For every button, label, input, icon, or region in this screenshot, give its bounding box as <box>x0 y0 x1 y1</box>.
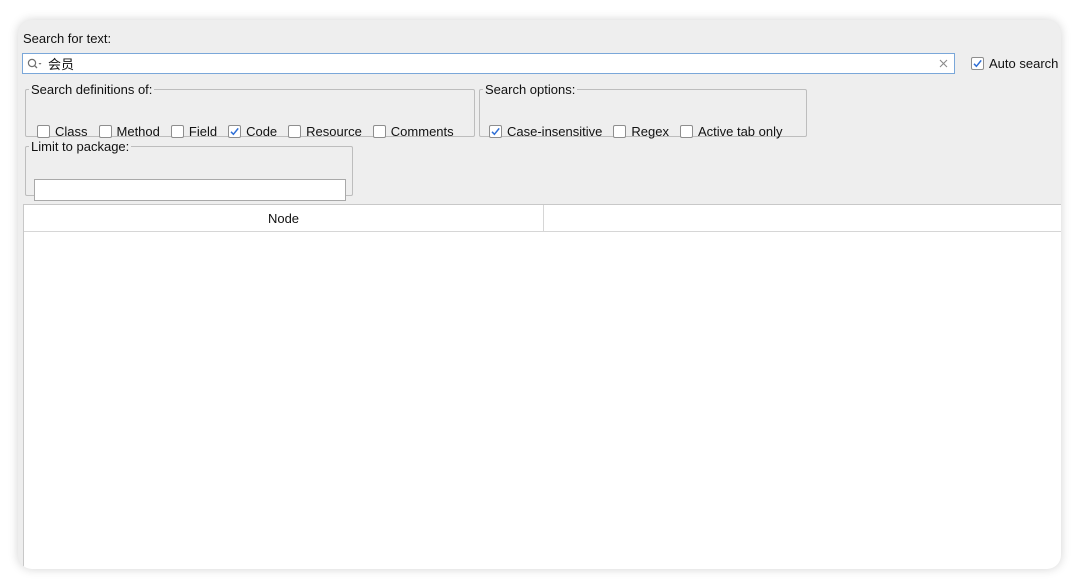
case-insensitive-label: Case-insensitive <box>507 124 603 139</box>
regex-checkbox-box[interactable] <box>613 125 627 138</box>
active-tab-only-checkbox-box[interactable] <box>679 125 693 138</box>
class-checkbox-box[interactable] <box>37 125 50 138</box>
resource-checkbox-box[interactable] <box>288 125 302 138</box>
comments-checkbox[interactable]: Comments <box>372 124 454 139</box>
class-label: Class <box>55 124 88 139</box>
active-tab-only-checkbox[interactable]: Active tab only <box>679 124 783 139</box>
resource-checkbox[interactable]: Resource <box>288 124 362 139</box>
field-label: Field <box>188 124 218 139</box>
comments-label: Comments <box>390 124 454 139</box>
clear-icon[interactable] <box>934 54 952 73</box>
column-header-location[interactable] <box>544 205 1061 231</box>
active-tab-only-label: Active tab only <box>697 124 783 139</box>
search-field[interactable] <box>22 53 955 74</box>
auto-search-checkbox-box[interactable] <box>971 57 984 70</box>
case-insensitive-checkbox-box[interactable] <box>489 125 502 138</box>
regex-checkbox[interactable]: Regex <box>613 124 669 139</box>
search-label: Search for text: <box>23 31 112 46</box>
column-header-node[interactable]: Node <box>24 205 544 231</box>
field-checkbox[interactable]: Field <box>170 124 218 139</box>
method-checkbox[interactable]: Method <box>98 124 160 139</box>
case-insensitive-checkbox[interactable]: Case-insensitive <box>489 124 602 139</box>
search-options-group: Search options: Case-insensitive Regex A… <box>479 82 807 139</box>
method-label: Method <box>116 124 160 139</box>
comments-checkbox-box[interactable] <box>372 125 386 138</box>
search-dialog: Search for text: Auto search Search defi… <box>18 20 1061 569</box>
auto-search-label: Auto search <box>989 56 1059 71</box>
auto-search-checkbox[interactable]: Auto search <box>971 56 1058 71</box>
package-input[interactable] <box>34 179 346 201</box>
regex-label: Regex <box>631 124 669 139</box>
method-checkbox-box[interactable] <box>98 125 112 138</box>
results-header: Node <box>24 205 1061 232</box>
resource-label: Resource <box>306 124 362 139</box>
limit-package-group: Limit to package: <box>25 139 353 201</box>
limit-package-legend: Limit to package: <box>31 139 130 154</box>
class-checkbox[interactable]: Class <box>37 124 88 139</box>
field-checkbox-box[interactable] <box>170 125 184 138</box>
search-icon[interactable] <box>24 54 46 73</box>
search-options-legend: Search options: <box>485 82 576 97</box>
search-definitions-legend: Search definitions of: <box>31 82 153 97</box>
code-checkbox-box[interactable] <box>228 125 242 138</box>
search-input[interactable] <box>46 54 934 73</box>
search-definitions-group: Search definitions of: Class Method Fiel… <box>25 82 475 139</box>
code-label: Code <box>246 124 278 139</box>
results-table[interactable]: Node <box>23 204 1061 569</box>
code-checkbox[interactable]: Code <box>228 124 277 139</box>
